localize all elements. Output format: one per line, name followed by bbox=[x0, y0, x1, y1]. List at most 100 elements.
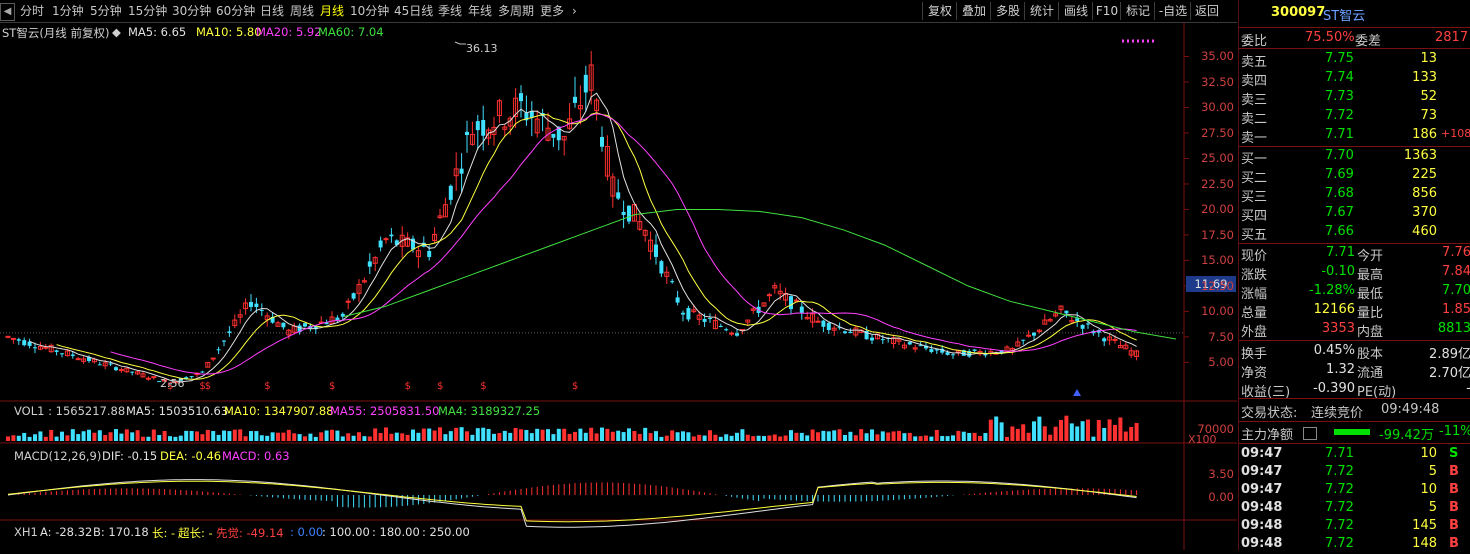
period-tab-1[interactable]: 1分钟 bbox=[52, 3, 84, 20]
volume-bar-189 bbox=[1026, 432, 1031, 441]
candle-body-10 bbox=[60, 353, 64, 355]
flow-toggle-icon[interactable] bbox=[1303, 427, 1317, 440]
ask-row-2[interactable]: 卖三 7.73 52 bbox=[1239, 88, 1470, 108]
volume-bar-21 bbox=[119, 433, 124, 441]
volume-bar-136 bbox=[740, 429, 745, 441]
volume-bar-96 bbox=[524, 429, 529, 441]
volume-bar-45 bbox=[249, 431, 253, 441]
volume-bar-186 bbox=[1010, 426, 1015, 441]
chevron-down-icon[interactable]: ◆ bbox=[112, 25, 121, 39]
volume-bar-9 bbox=[54, 436, 59, 441]
period-tab-7[interactable]: 周线 bbox=[290, 3, 314, 20]
volume-bar-150 bbox=[816, 432, 820, 441]
period-tab-12[interactable]: 年线 bbox=[468, 3, 492, 20]
bid-row-3[interactable]: 买四 7.67 370 bbox=[1239, 204, 1470, 224]
candle-body-82 bbox=[448, 185, 453, 200]
toolbar-button-5[interactable]: F10 bbox=[1092, 2, 1121, 20]
candle-body-21 bbox=[118, 369, 124, 372]
period-tab-0[interactable]: 分时 bbox=[20, 3, 44, 20]
volume-bar-10 bbox=[60, 431, 64, 441]
bid-row-1[interactable]: 买二 7.69 225 bbox=[1239, 166, 1470, 186]
toolbar-button-6[interactable]: 标记 bbox=[1120, 2, 1155, 20]
bid-row-0[interactable]: 买一 7.70 1363 bbox=[1239, 147, 1470, 167]
volume-bar-27 bbox=[151, 429, 156, 441]
volume-bar-200 bbox=[1086, 419, 1090, 441]
period-tab-14[interactable]: 更多 bbox=[540, 3, 564, 20]
volume-bar-95 bbox=[519, 429, 523, 441]
volume-bar-103 bbox=[562, 428, 567, 441]
ask-row-4[interactable]: 卖一 7.71 186 +108 bbox=[1239, 126, 1470, 146]
candle-body-64 bbox=[351, 293, 356, 299]
toolbar-button-0[interactable]: 复权 bbox=[922, 2, 957, 20]
volume-bar-114 bbox=[621, 432, 626, 441]
candle-body-70 bbox=[383, 238, 389, 241]
bid-row-2[interactable]: 买三 7.68 856 bbox=[1239, 185, 1470, 205]
volume-bar-206 bbox=[1118, 417, 1123, 441]
toolbar-button-3[interactable]: 统计 bbox=[1024, 2, 1059, 20]
period-tab-5[interactable]: 60分钟 bbox=[216, 3, 255, 20]
candle-body-12 bbox=[70, 354, 75, 356]
stat-row-0: 现价 7.71 今开 7.76 bbox=[1241, 245, 1470, 264]
bid-row-4[interactable]: 买五 7.66 460 bbox=[1239, 223, 1470, 243]
period-tab-3[interactable]: 15分钟 bbox=[128, 3, 167, 20]
volume-bar-4 bbox=[27, 436, 32, 441]
candle-body-5 bbox=[33, 347, 37, 349]
toolbar-button-7[interactable]: -自选 bbox=[1154, 2, 1191, 20]
volume-bar-160 bbox=[870, 429, 874, 441]
more-chevron-icon[interactable]: › bbox=[572, 3, 577, 20]
back-arrow-icon[interactable]: ◀ bbox=[0, 3, 15, 21]
ask-row-1[interactable]: 卖四 7.74 133 bbox=[1239, 69, 1470, 89]
volume-bar-199 bbox=[1080, 421, 1085, 441]
toolbar-button-8[interactable]: 返回 bbox=[1190, 2, 1223, 20]
volume-bar-82 bbox=[448, 431, 453, 441]
toolbar-button-2[interactable]: 多股 bbox=[990, 2, 1025, 20]
candle-body-45 bbox=[249, 302, 253, 307]
volume-bar-46 bbox=[254, 431, 259, 441]
candle-body-36 bbox=[200, 371, 205, 373]
volume-bar-161 bbox=[875, 434, 880, 441]
candle-body-171 bbox=[929, 349, 934, 353]
volume-bar-7 bbox=[43, 436, 48, 441]
volume-bar-202 bbox=[1096, 420, 1101, 441]
volume-bar-90 bbox=[492, 433, 496, 441]
candle-body-55 bbox=[303, 323, 307, 327]
candle-body-2 bbox=[16, 339, 21, 341]
volume-bar-64 bbox=[351, 435, 356, 441]
volume-bar-98 bbox=[535, 428, 540, 441]
price-axis-label-8: 15.00 bbox=[1201, 253, 1234, 268]
period-tab-2[interactable]: 5分钟 bbox=[90, 3, 122, 20]
volume-bar-78 bbox=[427, 428, 432, 441]
macd-dea-line bbox=[7, 480, 1137, 523]
volume-bar-178 bbox=[967, 433, 972, 441]
kline-chart-svg[interactable]: $ $ $ $ $ $ $ $ $ bbox=[0, 23, 1237, 550]
candle-body-147 bbox=[799, 306, 804, 313]
volume-bar-195 bbox=[1059, 419, 1063, 441]
period-tab-13[interactable]: 多周期 bbox=[498, 3, 534, 20]
period-tab-4[interactable]: 30分钟 bbox=[172, 3, 211, 20]
toolbar-button-4[interactable]: 画线 bbox=[1058, 2, 1093, 20]
volume-bar-35 bbox=[195, 431, 199, 441]
period-tab-10[interactable]: 45日线 bbox=[394, 3, 433, 20]
volume-bar-93 bbox=[508, 432, 513, 441]
volume-bar-154 bbox=[837, 429, 842, 441]
volume-bar-192 bbox=[1042, 426, 1047, 441]
macd-dea: DEA: -0.46 bbox=[160, 449, 222, 463]
period-tab-8[interactable]: 月线 bbox=[320, 3, 344, 20]
volume-bar-137 bbox=[745, 434, 750, 441]
period-tab-6[interactable]: 日线 bbox=[260, 3, 284, 20]
ask-row-0[interactable]: 卖五 7.75 13 bbox=[1239, 50, 1470, 70]
kline-chart-area[interactable]: $ $ $ $ $ $ $ $ $ ST智云(月线 前复权) ◆ MA5: 6.65 MA10:… bbox=[0, 23, 1237, 550]
volume-bar-12 bbox=[70, 429, 75, 441]
candle-body-20 bbox=[114, 367, 118, 371]
price-axis-label-9: 12.50 bbox=[1201, 278, 1234, 293]
period-tab-9[interactable]: 10分钟 bbox=[350, 3, 389, 20]
ask-row-3[interactable]: 卖二 7.72 73 bbox=[1239, 107, 1470, 127]
volume-bar-193 bbox=[1048, 434, 1053, 441]
candle-body-23 bbox=[130, 371, 135, 373]
tick-row-1: 09:47 7.72 5 B bbox=[1241, 464, 1459, 479]
volume-bar-144 bbox=[783, 435, 788, 441]
toolbar-button-1[interactable]: 叠加 bbox=[956, 2, 991, 20]
candle-body-174 bbox=[945, 352, 950, 355]
volume-bar-190 bbox=[1032, 421, 1036, 441]
period-tab-11[interactable]: 季线 bbox=[438, 3, 462, 20]
